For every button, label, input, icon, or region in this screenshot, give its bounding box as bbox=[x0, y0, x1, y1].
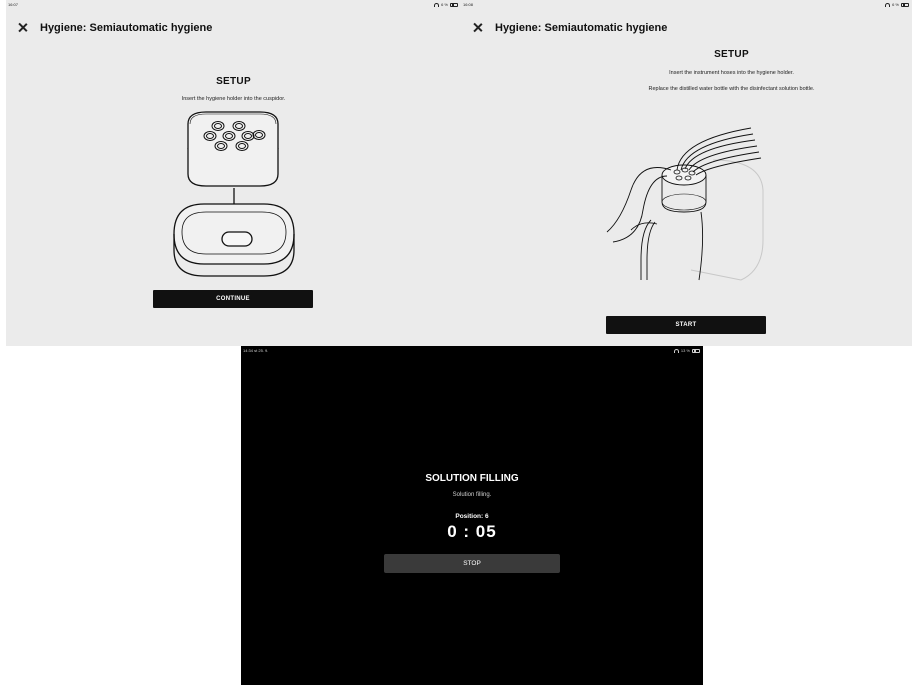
stop-button[interactable]: STOP bbox=[384, 554, 560, 573]
close-icon[interactable] bbox=[471, 21, 485, 35]
hoses-illustration bbox=[606, 127, 764, 281]
setup-screen-holder: 16:07 6 % Hygiene: Semiautomatic hygiene… bbox=[6, 0, 461, 346]
status-time: 14:34 st 25. 9. bbox=[243, 348, 269, 353]
setup-instruction-1: Insert the instrument hoses into the hyg… bbox=[669, 70, 794, 76]
status-bar: 16:07 6 % bbox=[6, 0, 461, 10]
setup-screen-hoses: 16:08 6 % Hygiene: Semiautomatic hygiene… bbox=[461, 0, 912, 346]
status-right: 6 % bbox=[885, 2, 909, 7]
status-right: 13 % bbox=[673, 348, 700, 353]
battery-icon bbox=[692, 348, 700, 353]
header: Hygiene: Semiautomatic hygiene bbox=[6, 18, 461, 38]
page-title: Hygiene: Semiautomatic hygiene bbox=[495, 22, 668, 34]
battery-icon bbox=[450, 2, 458, 7]
status-right: 6 % bbox=[434, 2, 458, 7]
status-time: 16:08 bbox=[463, 2, 474, 7]
battery-percent: 13 % bbox=[680, 348, 690, 353]
filling-subtitle: Solution filling. bbox=[452, 492, 492, 498]
setup-title: SETUP bbox=[216, 76, 251, 87]
screenshot-collage: 16:07 6 % Hygiene: Semiautomatic hygiene… bbox=[0, 0, 912, 685]
filling-title: SOLUTION FILLING bbox=[425, 473, 519, 484]
battery-icon bbox=[901, 2, 909, 7]
status-time: 16:07 bbox=[8, 2, 19, 7]
hygiene-holder-illustration bbox=[173, 111, 295, 277]
close-icon[interactable] bbox=[16, 21, 30, 35]
position-label: Position: 6 bbox=[455, 513, 489, 520]
wifi-icon bbox=[885, 2, 891, 7]
header: Hygiene: Semiautomatic hygiene bbox=[461, 18, 912, 38]
start-button[interactable]: START bbox=[606, 316, 766, 334]
wifi-icon bbox=[673, 348, 679, 353]
battery-percent: 6 % bbox=[892, 2, 899, 7]
setup-instruction: Insert the hygiene holder into the cuspi… bbox=[181, 96, 286, 102]
setup-instruction-2: Replace the distilled water bottle with … bbox=[648, 86, 815, 92]
continue-button[interactable]: CONTINUE bbox=[153, 290, 313, 308]
status-bar: 14:34 st 25. 9. 13 % bbox=[241, 346, 703, 356]
status-bar: 16:08 6 % bbox=[461, 0, 912, 10]
page-title: Hygiene: Semiautomatic hygiene bbox=[40, 22, 213, 34]
wifi-icon bbox=[434, 2, 440, 7]
countdown-timer: 0 : 05 bbox=[447, 522, 497, 541]
solution-filling-screen: 14:34 st 25. 9. 13 % SOLUTION FILLING So… bbox=[241, 346, 703, 685]
setup-title: SETUP bbox=[714, 49, 749, 60]
battery-percent: 6 % bbox=[441, 2, 448, 7]
